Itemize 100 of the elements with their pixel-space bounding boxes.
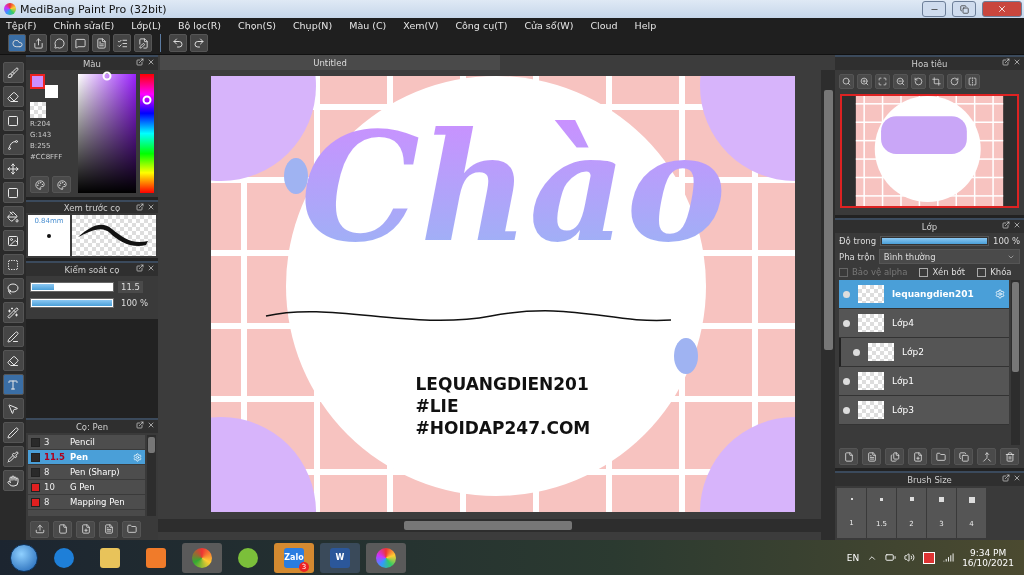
menu-item[interactable]: Cloud xyxy=(590,19,618,31)
tool-button[interactable] xyxy=(2,62,24,83)
layer-action-button[interactable] xyxy=(931,448,950,465)
tool-button[interactable] xyxy=(2,206,24,227)
navigator-button[interactable] xyxy=(911,73,926,89)
layer-action-button[interactable] xyxy=(908,448,927,465)
layer-action-button[interactable] xyxy=(954,448,973,465)
tool-button[interactable] xyxy=(2,230,24,251)
brush-item[interactable]: 8 Pen (Sharp) xyxy=(28,465,145,480)
tool-button[interactable] xyxy=(2,158,24,179)
close-icon[interactable] xyxy=(147,203,155,211)
transparent-swatch[interactable] xyxy=(30,102,46,118)
checkbox[interactable] xyxy=(977,267,987,277)
navigator-button[interactable] xyxy=(947,73,962,89)
blend-select[interactable]: Bình thường xyxy=(878,249,1020,264)
vertical-scrollbar[interactable] xyxy=(821,70,835,540)
undock-icon[interactable] xyxy=(136,421,144,429)
hue-cursor[interactable] xyxy=(142,95,152,105)
close-button[interactable] xyxy=(982,1,1022,17)
menu-item[interactable]: Chọn(S) xyxy=(238,19,276,31)
palette-button[interactable] xyxy=(30,176,49,193)
visibility-icon[interactable] xyxy=(843,406,850,414)
undock-icon[interactable] xyxy=(136,203,144,211)
undock-icon[interactable] xyxy=(1002,474,1010,482)
close-icon[interactable] xyxy=(147,421,155,429)
visibility-icon[interactable] xyxy=(843,377,850,385)
visibility-icon[interactable] xyxy=(853,348,860,356)
redo-button[interactable] xyxy=(190,34,208,52)
script-button[interactable] xyxy=(99,520,118,538)
toolbar-button[interactable] xyxy=(134,34,152,52)
upload-button[interactable] xyxy=(30,520,49,538)
scrollbar[interactable] xyxy=(147,435,156,516)
navigator-button[interactable] xyxy=(965,73,980,89)
layer-action-button[interactable] xyxy=(1000,448,1019,465)
horizontal-scrollbar[interactable] xyxy=(158,519,821,532)
color-field[interactable] xyxy=(78,74,136,193)
tool-button[interactable] xyxy=(2,134,24,155)
scrollbar[interactable] xyxy=(1011,280,1020,445)
undock-icon[interactable] xyxy=(136,264,144,272)
tool-button[interactable] xyxy=(2,374,24,395)
tool-button[interactable] xyxy=(2,278,24,299)
volume-icon[interactable] xyxy=(904,552,916,563)
background-swatch[interactable] xyxy=(45,85,58,98)
tool-button[interactable] xyxy=(2,350,24,371)
tool-button[interactable] xyxy=(2,398,24,419)
language-indicator[interactable]: EN xyxy=(846,552,860,563)
menu-item[interactable]: Chụp(N) xyxy=(292,19,333,31)
undock-icon[interactable] xyxy=(1002,221,1010,229)
start-button[interactable] xyxy=(10,543,38,572)
navigator-button[interactable] xyxy=(875,73,890,89)
maximize-button[interactable] xyxy=(952,1,976,17)
tool-button[interactable] xyxy=(2,182,24,203)
brush-item[interactable]: 10 G Pen xyxy=(28,480,145,495)
toolbar-button[interactable] xyxy=(71,34,89,52)
navigator-button[interactable] xyxy=(929,73,944,89)
close-icon[interactable] xyxy=(1013,474,1021,482)
tool-button[interactable] xyxy=(2,446,24,467)
taskbar-app[interactable] xyxy=(182,542,222,573)
checkbox[interactable] xyxy=(919,267,929,277)
menu-item[interactable]: Help xyxy=(634,19,657,31)
layer-item[interactable]: Lớp3 xyxy=(839,396,1009,425)
menu-item[interactable]: Xem(V) xyxy=(403,19,439,31)
navigator-button[interactable] xyxy=(857,73,872,89)
clock[interactable]: 9:34 PM 16/10/2021 xyxy=(962,547,1014,568)
menu-item[interactable]: Cửa sổ(W) xyxy=(524,19,574,31)
new-brush-button[interactable] xyxy=(53,520,72,538)
menu-item[interactable]: Tệp(F) xyxy=(6,19,37,31)
layer-action-button[interactable] xyxy=(885,448,904,465)
layer-item[interactable]: Lớp1 xyxy=(839,367,1009,396)
navigator-button[interactable] xyxy=(893,73,908,89)
toolbar-button[interactable] xyxy=(8,34,26,52)
toolbar-button[interactable] xyxy=(29,34,47,52)
foreground-swatch[interactable] xyxy=(30,74,45,89)
undock-icon[interactable] xyxy=(1002,58,1010,66)
close-icon[interactable] xyxy=(1013,58,1021,66)
color-cursor[interactable] xyxy=(102,71,112,81)
layer-item[interactable]: Lớp4 xyxy=(839,309,1009,338)
tool-button[interactable] xyxy=(2,110,24,131)
layer-action-button[interactable] xyxy=(862,448,881,465)
menu-item[interactable]: Chỉnh sửa(E) xyxy=(53,19,115,31)
navigator-button[interactable] xyxy=(839,73,854,89)
layer-action-button[interactable] xyxy=(977,448,996,465)
slider[interactable] xyxy=(30,282,114,292)
menu-item[interactable]: Lớp(L) xyxy=(131,19,161,31)
folder-button[interactable] xyxy=(122,520,141,538)
toolbar-button[interactable] xyxy=(113,34,131,52)
document-tab[interactable]: Untitled xyxy=(160,55,500,70)
menu-item[interactable]: Công cụ(T) xyxy=(455,19,508,31)
tool-button[interactable] xyxy=(2,302,24,323)
palette-settings-button[interactable] xyxy=(52,176,71,193)
layer-item[interactable]: Lớp2 xyxy=(839,338,1009,367)
taskbar-app[interactable] xyxy=(366,542,406,573)
close-icon[interactable] xyxy=(147,264,155,272)
hue-slider[interactable] xyxy=(140,74,154,193)
minimize-button[interactable] xyxy=(922,1,946,17)
brush-item[interactable]: 8 Mapping Pen xyxy=(28,495,145,510)
undock-icon[interactable] xyxy=(136,58,144,66)
close-icon[interactable] xyxy=(1013,221,1021,229)
menu-item[interactable]: Màu (C) xyxy=(349,19,387,31)
battery-icon[interactable] xyxy=(885,552,897,563)
